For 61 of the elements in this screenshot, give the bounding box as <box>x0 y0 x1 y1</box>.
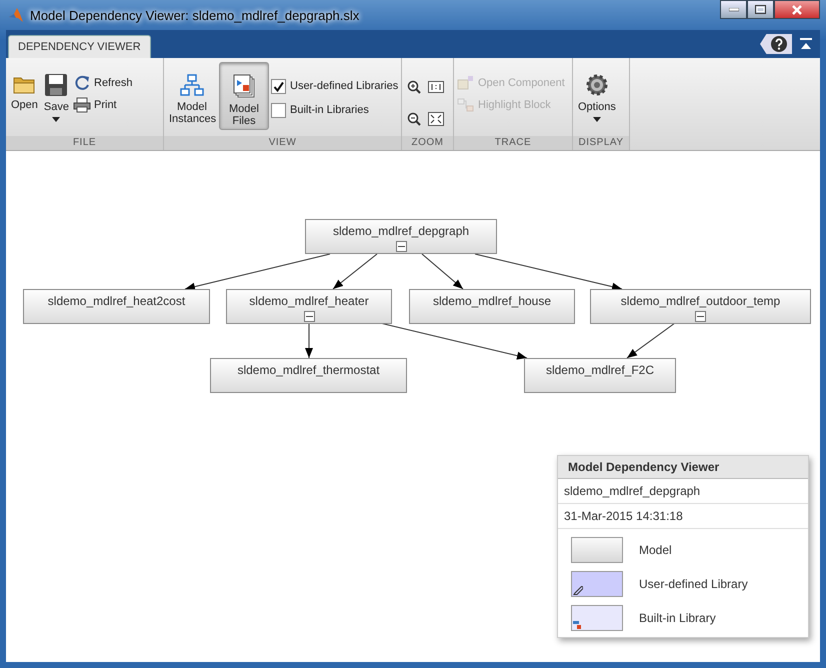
hierarchy-icon <box>180 73 204 97</box>
group-label: FILE <box>6 136 163 150</box>
blocks-icon <box>457 97 475 113</box>
model-node[interactable]: sldemo_mdlref_depgraph <box>305 219 497 254</box>
fit-to-view-button[interactable] <box>427 110 445 128</box>
zoom-in-button[interactable] <box>405 78 423 96</box>
minimize-icon <box>728 8 738 12</box>
model-node[interactable]: sldemo_mdlref_heat2cost <box>23 289 210 324</box>
collapse-toggle[interactable] <box>396 241 406 252</box>
component-icon <box>457 75 475 91</box>
connector-arrow <box>626 322 676 358</box>
model-node[interactable]: sldemo_mdlref_house <box>409 289 575 324</box>
legend-label: Model <box>639 543 672 557</box>
model-node[interactable]: sldemo_mdlref_F2C <box>524 358 676 393</box>
legend-title: Model Dependency Viewer <box>558 456 808 479</box>
window-title: Model Dependency Viewer: sldemo_mdlref_depgraph.slx <box>30 8 360 22</box>
group-label: TRACE <box>454 136 572 150</box>
toolbar-button[interactable]: Options <box>576 62 618 130</box>
connector-arrow <box>305 322 313 358</box>
toolbar-button[interactable]: Refresh <box>73 74 133 92</box>
checkbox[interactable] <box>271 78 286 94</box>
library-swatch <box>571 571 623 597</box>
minimize-button[interactable] <box>720 0 747 19</box>
collapse-toggle[interactable] <box>304 311 314 322</box>
legend-label: Built-in Library <box>639 611 716 625</box>
logo-icon <box>8 7 24 23</box>
maximize-button[interactable] <box>747 0 774 19</box>
printer-icon <box>73 97 91 113</box>
model-node[interactable]: sldemo_mdlref_heater <box>226 289 392 324</box>
help-button[interactable] <box>760 34 792 54</box>
maximize-icon <box>755 5 766 14</box>
group-label: VIEW <box>164 136 401 150</box>
model-node[interactable]: sldemo_mdlref_thermostat <box>210 358 407 393</box>
connector-arrow <box>422 254 464 290</box>
connector-arrow <box>332 254 378 290</box>
timestamp: 31-Mar-2015 14:31:18 <box>558 504 808 529</box>
legend-label: User-defined Library <box>639 577 748 591</box>
zoom-out-button[interactable] <box>405 110 423 128</box>
toolbar-button[interactable]: Open <box>9 62 40 130</box>
refresh-icon <box>73 74 91 92</box>
checkbox-label: User-defined Libraries <box>290 80 398 92</box>
model-name: sldemo_mdlref_depgraph <box>558 479 808 504</box>
checkbox[interactable] <box>271 102 286 118</box>
stacked-files-icon <box>232 73 256 99</box>
group-label: DISPLAY <box>573 136 629 150</box>
gear-icon <box>584 73 609 97</box>
toolbar-button[interactable]: Model Instances <box>167 62 217 130</box>
toolbar-button[interactable]: Model Files <box>219 62 269 130</box>
toolbar-button[interactable]: Print <box>73 96 133 114</box>
collapse-toggle[interactable] <box>695 311 706 322</box>
close-icon <box>792 4 802 14</box>
close-button[interactable] <box>774 0 820 19</box>
group-label: ZOOM <box>402 136 453 150</box>
collapse-ribbon-button[interactable] <box>798 36 814 52</box>
actual-size-button[interactable] <box>427 78 445 96</box>
model-node[interactable]: sldemo_mdlref_outdoor_temp <box>590 289 811 324</box>
library-swatch <box>571 605 623 631</box>
ribbon-tab[interactable]: DEPENDENCY VIEWER <box>8 35 151 58</box>
toolbar-button[interactable]: Save <box>42 62 71 130</box>
model-swatch <box>571 537 623 563</box>
checkbox-label: Built-in Libraries <box>290 104 369 116</box>
